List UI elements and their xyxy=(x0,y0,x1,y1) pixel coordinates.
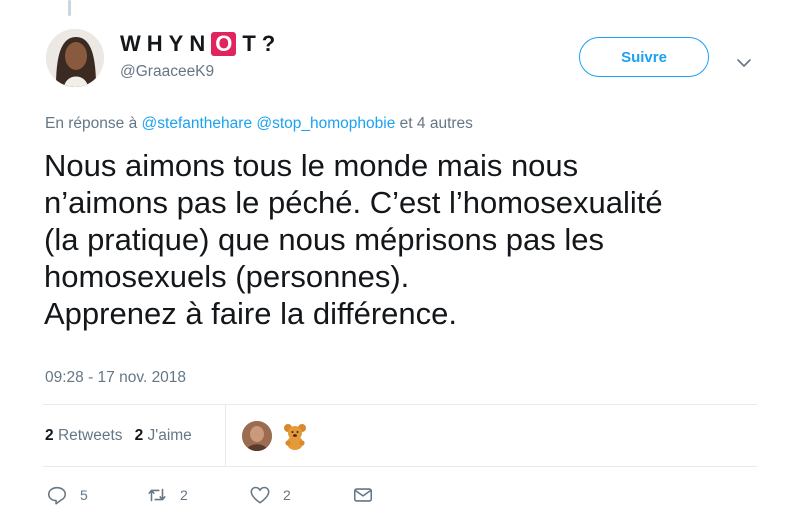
likes-stat[interactable]: 2 J'aime xyxy=(135,427,192,444)
retweet-icon xyxy=(148,488,166,502)
divider-top xyxy=(43,404,757,405)
display-name-boxed-letter: O xyxy=(211,32,237,56)
retweets-stat[interactable]: 2 Retweets xyxy=(45,427,123,444)
reply-mention-stop-homophobie[interactable]: @stop_homophobie xyxy=(256,115,395,132)
tweet-timestamp[interactable]: 09:28 - 17 nov. 2018 xyxy=(45,369,186,387)
retweet-action[interactable]: 2 xyxy=(146,484,188,506)
like-count: 2 xyxy=(283,487,291,503)
tweet-text: Nous aimons tous le monde mais nous n’ai… xyxy=(44,148,663,331)
follow-button[interactable]: Suivre xyxy=(579,37,709,77)
author-handle[interactable]: @GraaceeK9 xyxy=(120,63,214,81)
divider-bottom xyxy=(43,466,757,467)
likes-label: J'aime xyxy=(147,427,192,444)
chevron-down-icon[interactable] xyxy=(737,55,751,67)
reply-context: En réponse à @stefanthehare @stop_homoph… xyxy=(45,115,473,133)
reply-mention-stefanthehare[interactable]: @stefanthehare xyxy=(142,115,253,132)
reply-icon xyxy=(47,486,67,505)
thread-connector-line xyxy=(68,0,71,16)
reply-prefix: En réponse à xyxy=(45,115,138,132)
like-action[interactable]: 2 xyxy=(249,484,291,506)
reply-count: 5 xyxy=(80,487,88,503)
retweets-count: 2 xyxy=(45,427,54,444)
liker-avatar-teddy-bear[interactable] xyxy=(280,421,310,451)
avatar-image xyxy=(46,29,104,87)
liker-avatar[interactable] xyxy=(242,421,272,451)
author-display-name[interactable]: WHYN O T? xyxy=(120,31,281,57)
engagement-stats: 2 Retweets 2 J'aime xyxy=(45,427,192,445)
display-name-suffix: T? xyxy=(242,31,282,56)
heart-icon xyxy=(250,486,270,504)
envelope-icon xyxy=(353,488,373,502)
retweets-label: Retweets xyxy=(57,427,123,444)
display-name-prefix: WHYN xyxy=(120,31,212,56)
reply-others[interactable]: et 4 autres xyxy=(400,115,473,132)
retweet-count: 2 xyxy=(180,487,188,503)
reply-action[interactable]: 5 xyxy=(46,484,88,506)
author-avatar[interactable] xyxy=(46,29,104,87)
likes-count: 2 xyxy=(134,427,144,444)
direct-message-action[interactable] xyxy=(352,484,374,506)
stats-divider xyxy=(225,405,226,467)
